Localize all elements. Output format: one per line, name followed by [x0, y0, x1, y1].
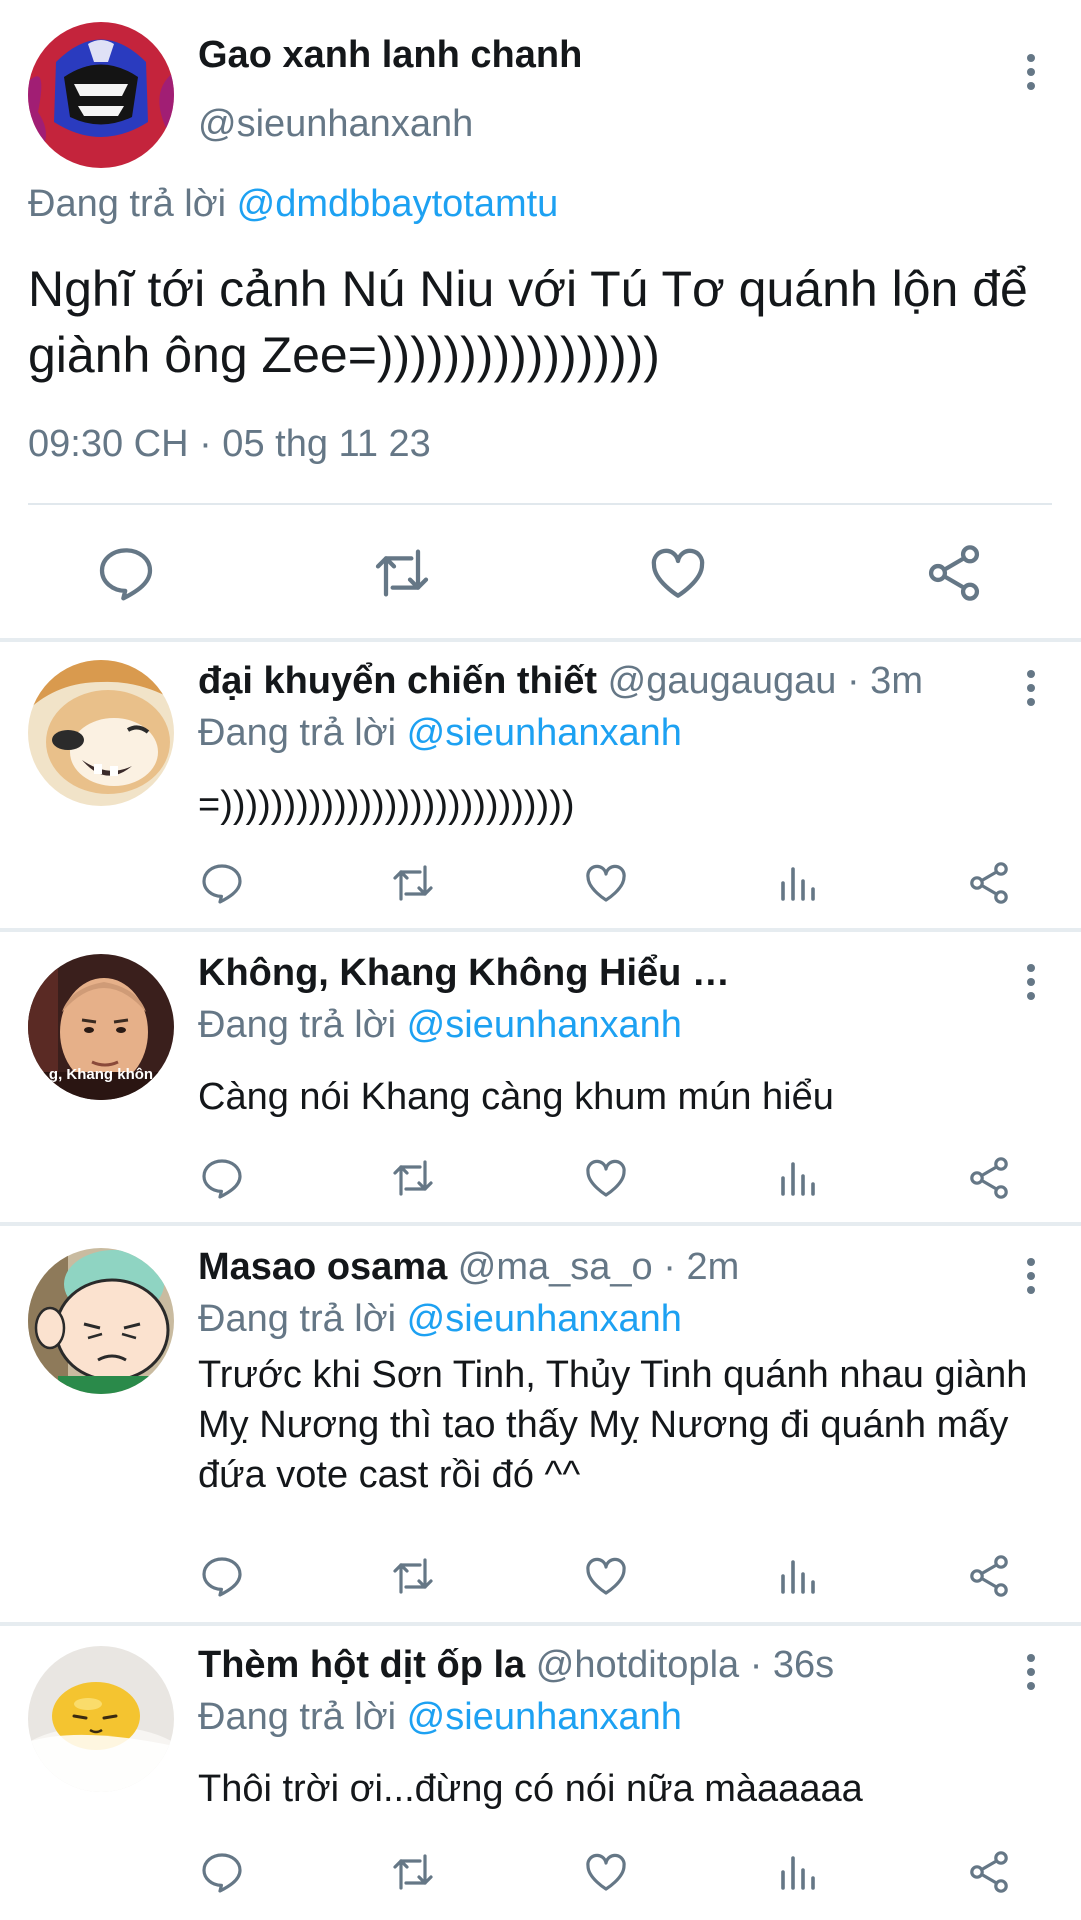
replying-to-line: Đang trả lời @sieunhanxanh — [198, 1298, 682, 1341]
like-icon[interactable] — [582, 1552, 630, 1600]
like-icon[interactable] — [582, 1848, 630, 1896]
main-author-name[interactable]: Gao xanh lanh chanh — [198, 34, 582, 77]
analytics-icon[interactable] — [773, 859, 821, 907]
replying-to-line: Đang trả lời @sieunhanxanh — [198, 1004, 682, 1047]
reply-author-avatar[interactable] — [28, 1646, 174, 1792]
avatar-caption: g, Khang khôn — [48, 1066, 154, 1083]
retweet-icon[interactable] — [389, 1552, 437, 1600]
analytics-icon[interactable] — [773, 1154, 821, 1202]
replying-to-prefix: Đang trả lời — [28, 183, 237, 225]
retweet-icon[interactable] — [389, 1848, 437, 1896]
replying-to-prefix: Đang trả lời — [198, 1696, 407, 1738]
main-author-handle[interactable]: @sieunhanxanh — [198, 103, 473, 146]
retweet-icon[interactable] — [389, 859, 437, 907]
reply-author-name[interactable]: đại khuyển chiến thiết — [198, 660, 597, 702]
reply-author-avatar[interactable] — [28, 1248, 174, 1394]
more-options-icon[interactable] — [1019, 1648, 1043, 1696]
reply-header: đại khuyển chiến thiết @gaugaugau · 3m — [198, 660, 998, 703]
replying-to-line: Đang trả lời @sieunhanxanh — [198, 1696, 682, 1739]
reply-author-avatar[interactable]: g, Khang khôn — [28, 954, 174, 1100]
divider — [28, 503, 1052, 505]
main-tweet-text: Nghĩ tới cảnh Nú Niu với Tú Tơ quánh lộn… — [28, 261, 1028, 383]
reply-header: Không, Khang Không Hiểu … — [198, 952, 998, 995]
reply-text: Trước khi Sơn Tinh, Thủy Tinh quánh nhau… — [198, 1354, 1028, 1496]
like-icon[interactable] — [582, 859, 630, 907]
main-tweet-timestamp: 09:30 CH · 05 thg 11 23 — [28, 423, 431, 465]
reply-author-name[interactable]: Masao osama — [198, 1246, 447, 1288]
share-icon[interactable] — [965, 1848, 1013, 1896]
like-icon[interactable] — [582, 1154, 630, 1202]
reply-text: Thôi trời ơi...đừng có nói nữa màaaaaa — [198, 1768, 863, 1810]
reply-icon[interactable] — [198, 1552, 246, 1600]
reply-tweet[interactable]: Masao osama @ma_sa_o · 2m Đang trả lời @… — [0, 1226, 1081, 1624]
analytics-icon[interactable] — [773, 1552, 821, 1600]
reply-tweet[interactable]: Thèm hột dịt ốp la @hotditopla · 36s Đan… — [0, 1626, 1081, 1920]
replying-to-prefix: Đang trả lời — [198, 1004, 407, 1046]
analytics-icon[interactable] — [773, 1848, 821, 1896]
reply-author-name[interactable]: Không, Khang Không Hiểu … — [198, 952, 730, 994]
reply-icon[interactable] — [198, 1154, 246, 1202]
share-icon[interactable] — [965, 1154, 1013, 1202]
reply-icon[interactable] — [198, 859, 246, 907]
replying-to-prefix: Đang trả lời — [198, 1298, 407, 1340]
reply-text: =)))))))))))))))))))))))))))) — [198, 784, 575, 826]
retweet-icon[interactable] — [370, 541, 434, 605]
reply-icon[interactable] — [198, 1848, 246, 1896]
more-options-icon[interactable] — [1019, 958, 1043, 1006]
main-author-avatar[interactable] — [28, 22, 174, 168]
more-options-icon[interactable] — [1019, 1252, 1043, 1300]
main-tweet: Gao xanh lanh chanh @sieunhanxanh Đang t… — [0, 0, 1081, 640]
share-icon[interactable] — [965, 1552, 1013, 1600]
reply-tweet[interactable]: g, Khang khôn Không, Khang Không Hiểu … … — [0, 932, 1081, 1222]
reply-tweet[interactable]: đại khuyển chiến thiết @gaugaugau · 3m Đ… — [0, 642, 1081, 928]
reply-author-name[interactable]: Thèm hột dịt ốp la — [198, 1644, 525, 1686]
share-icon[interactable] — [922, 541, 986, 605]
more-options-icon[interactable] — [1019, 48, 1043, 96]
replying-to-mention[interactable]: @sieunhanxanh — [407, 1298, 682, 1340]
replying-to-line: Đang trả lời @dmdbbaytotamtu — [28, 183, 558, 226]
more-options-icon[interactable] — [1019, 664, 1043, 712]
reply-header: Thèm hột dịt ốp la @hotditopla · 36s — [198, 1644, 998, 1687]
reply-handle-time: @hotditopla · 36s — [525, 1644, 835, 1686]
replying-to-mention[interactable]: @sieunhanxanh — [407, 1696, 682, 1738]
reply-handle-time: @ma_sa_o · 2m — [447, 1246, 740, 1288]
replying-to-line: Đang trả lời @sieunhanxanh — [198, 712, 682, 755]
reply-text: Càng nói Khang càng khum mún hiểu — [198, 1076, 834, 1118]
reply-icon[interactable] — [94, 541, 158, 605]
reply-author-avatar[interactable] — [28, 660, 174, 806]
replying-to-prefix: Đang trả lời — [198, 712, 407, 754]
reply-header: Masao osama @ma_sa_o · 2m — [198, 1246, 998, 1289]
reply-handle-time: @gaugaugau · 3m — [597, 660, 923, 702]
replying-to-mention[interactable]: @sieunhanxanh — [407, 712, 682, 754]
retweet-icon[interactable] — [389, 1154, 437, 1202]
replying-to-mention[interactable]: @dmdbbaytotamtu — [237, 183, 559, 225]
replying-to-mention[interactable]: @sieunhanxanh — [407, 1004, 682, 1046]
share-icon[interactable] — [965, 859, 1013, 907]
like-icon[interactable] — [646, 541, 710, 605]
